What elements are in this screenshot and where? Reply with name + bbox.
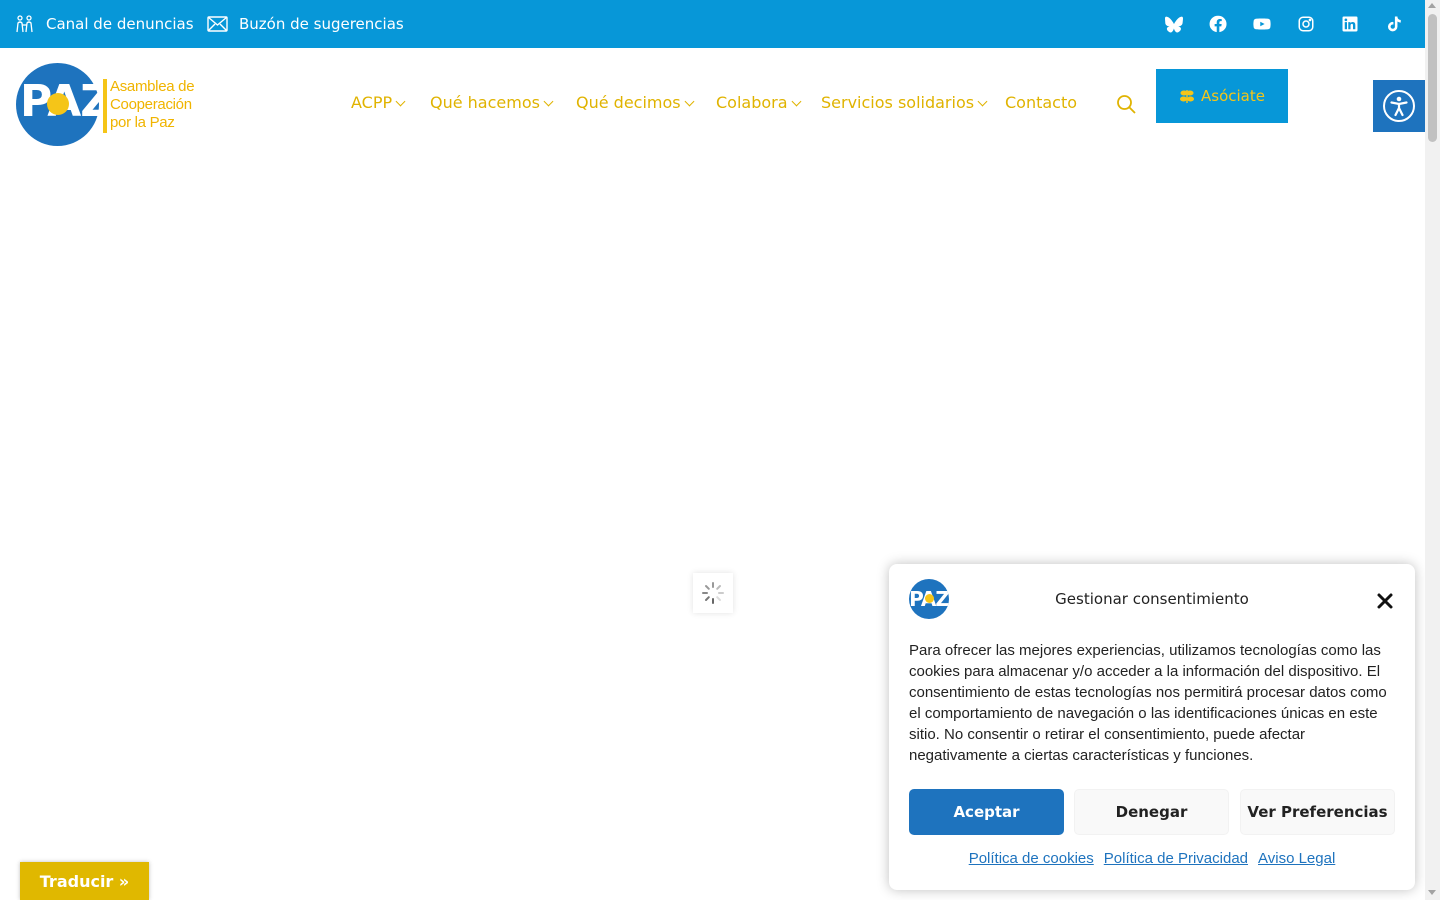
- scrollbar[interactable]: [1425, 0, 1440, 900]
- chevron-down-icon: [684, 96, 695, 106]
- page: Canal de denuncias Buzón de sugerencias: [0, 0, 1440, 900]
- instagram-icon[interactable]: [1296, 14, 1316, 34]
- seedling-icon: [1180, 90, 1194, 103]
- accessibility-icon: [1383, 90, 1415, 122]
- close-icon: [1377, 593, 1393, 609]
- chevron-down-icon: [395, 96, 406, 106]
- translate-button[interactable]: Traducir »: [20, 862, 149, 900]
- people-icon: [16, 15, 33, 33]
- youtube-icon[interactable]: [1252, 14, 1272, 34]
- nav-item-colabora[interactable]: Colabora: [716, 93, 801, 112]
- close-button[interactable]: [1376, 592, 1394, 610]
- nav-label: Contacto: [1005, 93, 1078, 112]
- accessibility-toolbar-button[interactable]: [1373, 80, 1425, 132]
- nav-label: Qué hacemos: [430, 93, 540, 112]
- cookie-links: Política de cookies Política de Privacid…: [889, 850, 1415, 867]
- cookie-title: Gestionar consentimiento: [1055, 590, 1249, 608]
- nav-label: Qué decimos: [576, 93, 681, 112]
- canal-denuncias-link[interactable]: Canal de denuncias: [15, 0, 194, 48]
- scroll-down-arrow[interactable]: [1428, 890, 1436, 895]
- linkedin-icon[interactable]: [1340, 14, 1360, 34]
- chevron-down-icon: [977, 96, 988, 106]
- top-bar: Canal de denuncias Buzón de sugerencias: [0, 0, 1425, 48]
- tiktok-icon[interactable]: [1384, 14, 1404, 34]
- nav-label: Servicios solidarios: [821, 93, 975, 112]
- nav-item-que-hacemos[interactable]: Qué hacemos: [430, 93, 554, 112]
- canal-denuncias-label: Canal de denuncias: [46, 15, 194, 33]
- logo-text-line3: por la Paz: [110, 114, 175, 131]
- search-button[interactable]: [1116, 94, 1138, 116]
- facebook-icon[interactable]: [1208, 14, 1228, 34]
- deny-button[interactable]: Denegar: [1074, 789, 1229, 835]
- site-logo[interactable]: PAZ Asamblea de Cooperación por la Paz: [16, 63, 196, 147]
- spinner-icon: [702, 582, 724, 604]
- logo-text-line2: Cooperación: [110, 96, 192, 113]
- scroll-up-arrow[interactable]: [1428, 3, 1436, 8]
- cookie-policy-link[interactable]: Política de cookies: [969, 850, 1094, 867]
- nav-item-contacto[interactable]: Contacto: [1005, 93, 1077, 112]
- logo-text: Asamblea de Cooperación por la Paz: [110, 78, 195, 132]
- accept-button[interactable]: Aceptar: [909, 789, 1064, 835]
- preferences-button[interactable]: Ver Preferencias: [1240, 789, 1395, 835]
- buzon-sugerencias-label: Buzón de sugerencias: [239, 15, 404, 33]
- privacy-policy-link[interactable]: Política de Privacidad: [1104, 850, 1248, 867]
- chevron-down-icon: [543, 96, 554, 106]
- envelope-icon: [207, 16, 228, 32]
- nav-item-servicios-solidarios[interactable]: Servicios solidarios: [821, 93, 988, 112]
- cookie-consent-dialog: PAZ Gestionar consentimiento Para ofrece…: [889, 564, 1415, 890]
- cookie-text: Para ofrecer las mejores experiencias, u…: [909, 642, 1387, 764]
- scrollbar-thumb[interactable]: [1428, 14, 1437, 142]
- nav-item-acpp[interactable]: ACPP: [351, 93, 406, 112]
- search-icon: [1117, 95, 1136, 114]
- logo-bar: [103, 79, 107, 133]
- site-header: PAZ Asamblea de Cooperación por la Paz A…: [0, 48, 1425, 160]
- logo-text-line1: Asamblea de: [110, 78, 195, 95]
- nav-label: ACPP: [351, 93, 393, 112]
- legal-notice-link[interactable]: Aviso Legal: [1258, 850, 1335, 867]
- buzon-sugerencias-link[interactable]: Buzón de sugerencias: [207, 0, 404, 48]
- asociate-label: Asóciate: [1201, 87, 1265, 105]
- bluesky-icon[interactable]: [1164, 14, 1184, 34]
- loading-spinner: [693, 573, 733, 613]
- logo-dot: [47, 93, 69, 115]
- chevron-down-icon: [791, 96, 801, 106]
- asociate-button[interactable]: Asóciate: [1156, 69, 1288, 123]
- nav-item-que-decimos[interactable]: Qué decimos: [576, 93, 695, 112]
- nav-label: Colabora: [716, 93, 788, 112]
